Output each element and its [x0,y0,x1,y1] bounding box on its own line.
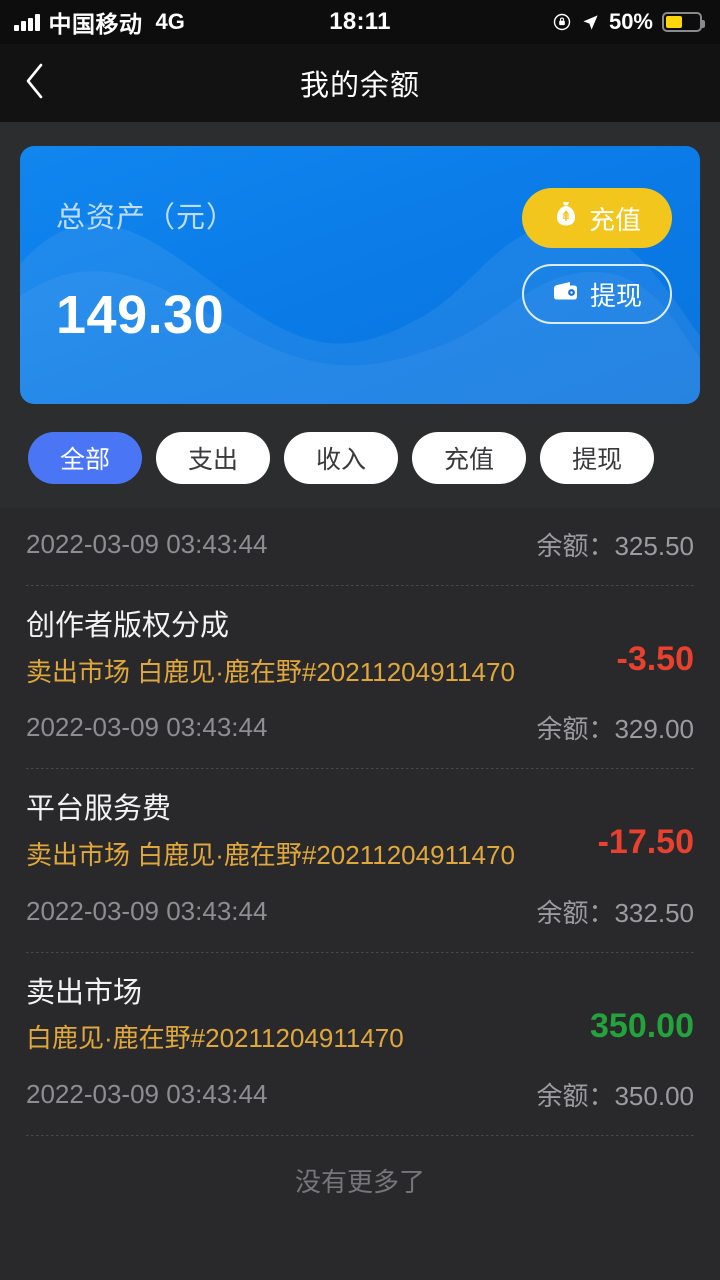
transaction-meta: 2022-03-09 03:43:44 余额：329.00 [26,691,694,768]
transaction-date: 2022-03-09 03:43:44 [26,712,268,743]
withdraw-button[interactable]: 提现 [522,264,672,324]
transaction-main: 平台服务费 卖出市场 白鹿见·鹿在野#20211204911470 -17.50 [26,769,694,874]
topup-button[interactable]: 充值 [522,188,672,248]
transaction-subtitle: 卖出市场 白鹿见·鹿在野#20211204911470 [26,656,515,687]
transaction-text-block: 创作者版权分成 卖出市场 白鹿见·鹿在野#20211204911470 [26,608,603,691]
status-bar-left: 中国移动 4G [14,5,185,39]
status-bar: 中国移动 4G 18:11 50% [0,0,720,44]
filter-chip-withdraw[interactable]: 提现 [540,432,655,484]
page-title: 我的余额 [299,70,420,102]
transaction-amount: -17.50 [597,823,694,862]
transaction-date: 2022-03-09 03:43:44 [26,529,268,559]
status-bar-right: 50% [552,9,705,35]
transaction-title: 平台服务费 [26,793,172,826]
filter-chip-bar: 全部 支出 收入 充值 提现 [0,404,720,508]
balance-card: 总资产（元） 149.30 充值 提现 [20,146,700,404]
transaction-subtitle: 白鹿见·鹿在野#20211204911470 [26,1023,404,1054]
network-type-label: 4G [155,9,185,34]
transaction-balance: 余额：332.50 [536,897,694,928]
balance-card-actions: 充值 提现 [522,188,672,324]
filter-chip-topup[interactable]: 充值 [412,432,527,484]
money-bag-icon [553,201,579,236]
transaction-main: 卖出市场 白鹿见·鹿在野#20211204911470 350.00 [26,953,694,1058]
transaction-meta: 2022-03-09 03:43:44 余额：350.00 [26,1058,694,1135]
rotation-lock-icon [552,12,572,32]
carrier-label: 中国移动 [48,11,143,37]
list-end-label: 没有更多了 [294,1167,425,1198]
transaction-title: 创作者版权分成 [26,610,230,642]
app-screen: 中国移动 4G 18:11 50% 我的余额 总资产（元） 149.30 充值 … [0,0,720,1280]
wallet-icon [552,279,580,310]
transaction-meta: 2022-03-09 03:43:44 余额：325.50 [26,508,694,585]
battery-percent-label: 50% [608,9,653,34]
transaction-amount: -3.50 [616,640,695,678]
nav-bar: 我的余额 [0,44,720,122]
filter-chip-label: 充值 [444,446,495,474]
transaction-balance: 余额：350.00 [536,1081,694,1112]
filter-chip-label: 提现 [572,446,623,474]
transaction-list[interactable]: 2022-03-09 03:43:44 余额：325.50 创作者版权分成 卖出… [0,508,720,1280]
transaction-row[interactable]: 2022-03-09 03:43:44 余额：325.50 [0,508,720,585]
transaction-meta: 2022-03-09 03:43:44 余额：332.50 [26,875,694,952]
filter-chip-label: 支出 [188,446,239,474]
filter-chip-label: 收入 [316,446,367,474]
transaction-amount: 350.00 [590,1006,694,1045]
transaction-date: 2022-03-09 03:43:44 [26,1079,268,1110]
filter-chip-expense[interactable]: 支出 [156,432,271,484]
transaction-date: 2022-03-09 03:43:44 [26,895,268,926]
filter-chip-income[interactable]: 收入 [284,432,399,484]
signal-icon [14,14,40,31]
topup-button-label: 充值 [588,204,641,235]
transaction-text-block: 卖出市场 白鹿见·鹿在野#20211204911470 [26,975,576,1058]
page-content: 总资产（元） 149.30 充值 提现 全部 支出 收入 充值 提现 2022-… [0,122,720,1280]
filter-chip-label: 全部 [60,446,111,474]
filter-chip-all[interactable]: 全部 [28,432,143,484]
chevron-left-icon [23,61,47,106]
transaction-main: 创作者版权分成 卖出市场 白鹿见·鹿在野#20211204911470 -3.5… [26,586,694,691]
back-button[interactable] [0,44,70,122]
transaction-balance: 余额：329.00 [536,714,694,745]
transaction-balance: 余额：325.50 [536,531,694,561]
transaction-row[interactable]: 创作者版权分成 卖出市场 白鹿见·鹿在野#20211204911470 -3.5… [0,586,720,768]
balance-card-container: 总资产（元） 149.30 充值 提现 [0,122,720,404]
transaction-row[interactable]: 卖出市场 白鹿见·鹿在野#20211204911470 350.00 2022-… [0,953,720,1135]
withdraw-button-label: 提现 [589,280,642,311]
location-arrow-icon [581,13,600,32]
transaction-text-block: 平台服务费 卖出市场 白鹿见·鹿在野#20211204911470 [26,791,584,874]
status-bar-clock: 18:11 [329,8,391,35]
transaction-row[interactable]: 平台服务费 卖出市场 白鹿见·鹿在野#20211204911470 -17.50… [0,769,720,951]
battery-icon [662,12,705,32]
balance-card-inner: 总资产（元） 149.30 充值 提现 [20,146,700,404]
transaction-title: 卖出市场 [26,976,143,1009]
transaction-subtitle: 卖出市场 白鹿见·鹿在野#20211204911470 [26,840,515,871]
